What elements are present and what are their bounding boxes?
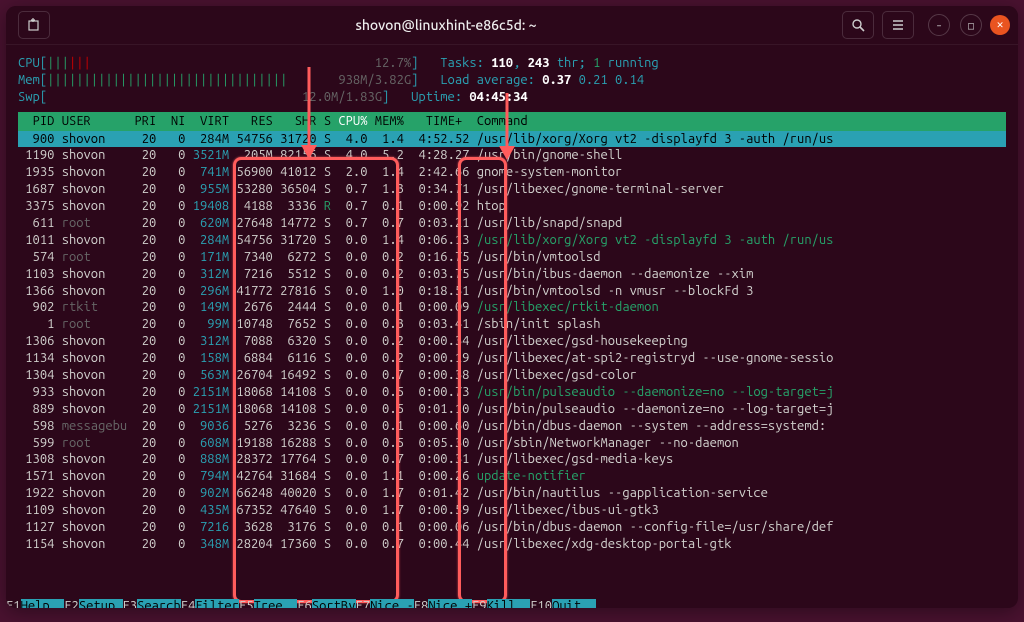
search-button[interactable]	[842, 11, 874, 39]
process-row[interactable]: 1687 shovon 20 0 955M 53280 36504 S 0.7 …	[18, 181, 1006, 198]
process-row[interactable]: 574 root 20 0 171M 7340 6272 S 0.0 0.2 0…	[18, 249, 1006, 266]
maximize-icon: □	[968, 19, 974, 32]
fkey-search[interactable]: Search	[137, 599, 181, 608]
hdr-res: RES	[251, 114, 273, 128]
fkey-nice-down[interactable]: Nice -	[370, 599, 414, 608]
fkey-setup[interactable]: Setup	[79, 599, 123, 608]
mem-label: Mem	[18, 73, 40, 87]
process-row[interactable]: 1011 shovon 20 0 284M 54756 31720 S 0.0 …	[18, 232, 1006, 249]
minimize-button[interactable]: –	[928, 14, 950, 36]
process-row[interactable]: 1127 shovon 20 0 7216 3628 3176 S 0.0 0.…	[18, 519, 1006, 536]
mem-total: 3.82G	[375, 73, 411, 87]
window-title: shovon@linuxhint-e86c5d: ~	[356, 16, 537, 34]
close-icon: ✕	[997, 18, 1004, 32]
process-row[interactable]: 1304 shovon 20 0 563M 26704 16492 S 0.0 …	[18, 367, 1006, 384]
close-button[interactable]: ✕	[990, 15, 1010, 35]
fkey-filter[interactable]: Filter	[195, 599, 239, 608]
process-row[interactable]: 933 shovon 20 0 2151M 18068 14108 S 0.0 …	[18, 384, 1006, 401]
hdr-s: S	[324, 114, 331, 128]
hdr-pri: PRI	[135, 114, 157, 128]
new-tab-icon	[27, 18, 41, 32]
process-row[interactable]: 599 root 20 0 608M 19188 16288 S 0.0 0.5…	[18, 435, 1006, 452]
process-row[interactable]: 598 messagebu 20 0 9036 5276 3236 S 0.0 …	[18, 418, 1006, 435]
process-row[interactable]: 1366 shovon 20 0 296M 41772 27816 S 0.0 …	[18, 283, 1006, 300]
la3: 0.14	[615, 73, 644, 87]
terminal-window: shovon@linuxhint-e86c5d: ~ – □ ✕ CPU[|||…	[6, 6, 1018, 608]
uptime-label: Uptime:	[411, 90, 462, 104]
swp-total: 1.83G	[346, 90, 382, 104]
mem-used: 938M	[338, 73, 367, 87]
new-tab-button[interactable]	[18, 11, 50, 39]
hamburger-icon	[891, 18, 905, 32]
fkey-help[interactable]: Help	[21, 599, 65, 608]
process-row[interactable]: 902 rtkit 20 0 149M 2676 2444 S 0.0 0.1 …	[18, 299, 1006, 316]
menu-button[interactable]	[882, 11, 914, 39]
process-row[interactable]: 611 root 20 0 620M 27648 14772 S 0.7 0.7…	[18, 215, 1006, 232]
fkey-kill[interactable]: Kill	[487, 599, 531, 608]
hdr-pid: PID	[33, 114, 55, 128]
fkey-tree[interactable]: Tree	[254, 599, 298, 608]
hdr-virt: VIRT	[200, 114, 229, 128]
tasks-count: 110	[491, 56, 513, 70]
titlebar: shovon@linuxhint-e86c5d: ~ – □ ✕	[6, 6, 1018, 45]
process-row[interactable]: 1922 shovon 20 0 902M 66248 40020 S 0.0 …	[18, 485, 1006, 502]
process-header[interactable]: PID USER PRI NI VIRT RES SHR S CPU% MEM%…	[18, 112, 1006, 131]
hdr-user: USER	[62, 114, 91, 128]
cpu-pct: 12.7%	[375, 56, 411, 70]
process-row[interactable]: 889 shovon 20 0 2151M 18068 14108 S 0.0 …	[18, 401, 1006, 418]
process-row[interactable]: 1103 shovon 20 0 312M 7216 5512 S 0.0 0.…	[18, 266, 1006, 283]
hdr-mem: MEM%	[375, 114, 404, 128]
process-row[interactable]: 1 root 20 0 99M 10748 7652 S 0.0 0.3 0:0…	[18, 316, 1006, 333]
hdr-ni: NI	[171, 114, 186, 128]
thr-label: thr;	[557, 56, 586, 70]
process-row[interactable]: 1306 shovon 20 0 312M 7088 6320 S 0.0 0.…	[18, 333, 1006, 350]
cpu-label: CPU	[18, 56, 40, 70]
process-row[interactable]: 1571 shovon 20 0 794M 42764 31684 S 0.0 …	[18, 468, 1006, 485]
process-row[interactable]: 1935 shovon 20 0 741M 56900 41012 S 2.0 …	[18, 164, 1006, 181]
terminal-content[interactable]: CPU[|||||| 12.7%] Tasks: 110, 243 thr; 1…	[6, 45, 1018, 608]
process-list: 900 shovon 20 0 284M 54756 31720 S 4.0 1…	[18, 131, 1006, 553]
tasks-label: Tasks:	[440, 56, 484, 70]
hdr-cpu: CPU%	[338, 114, 367, 128]
meters: CPU[|||||| 12.7%] Tasks: 110, 243 thr; 1…	[18, 55, 1006, 106]
process-row[interactable]: 1190 shovon 20 0 3521M 205M 82156 S 4.0 …	[18, 147, 1006, 164]
process-row[interactable]: 1308 shovon 20 0 888M 28372 17764 S 0.0 …	[18, 451, 1006, 468]
uptime: 04:45:34	[469, 90, 527, 104]
swp-used: 12.0M	[302, 90, 338, 104]
minimize-icon: –	[936, 19, 942, 32]
process-row[interactable]: 3375 shovon 20 0 19408 4188 3336 R 0.7 0…	[18, 198, 1006, 215]
maximize-button[interactable]: □	[960, 14, 982, 36]
process-row[interactable]: 1154 shovon 20 0 348M 28204 17360 S 0.0 …	[18, 536, 1006, 553]
running-label: running	[608, 56, 659, 70]
process-row[interactable]: 1134 shovon 20 0 158M 6884 6116 S 0.0 0.…	[18, 350, 1006, 367]
hdr-time: TIME+	[426, 114, 462, 128]
la1: 0.37	[542, 73, 571, 87]
search-icon	[851, 18, 865, 32]
la2: 0.21	[579, 73, 608, 87]
hdr-cmd: Command	[477, 114, 528, 128]
hdr-shr: SHR	[295, 114, 317, 128]
la-label: Load average:	[440, 73, 535, 87]
process-row[interactable]: 1109 shovon 20 0 435M 67352 47640 S 0.0 …	[18, 502, 1006, 519]
process-row[interactable]: 900 shovon 20 0 284M 54756 31720 S 4.0 1…	[18, 131, 1006, 148]
fkey-sortby[interactable]: SortBy	[312, 599, 356, 608]
function-keys: F1Help F2Setup F3SearchF4FilterF5Tree F6…	[6, 598, 1018, 608]
fkey-nice-up[interactable]: Nice +	[428, 599, 472, 608]
swp-label: Swp	[18, 90, 40, 104]
thr-count: 243	[528, 56, 550, 70]
fkey-quit[interactable]: Quit	[552, 599, 596, 608]
